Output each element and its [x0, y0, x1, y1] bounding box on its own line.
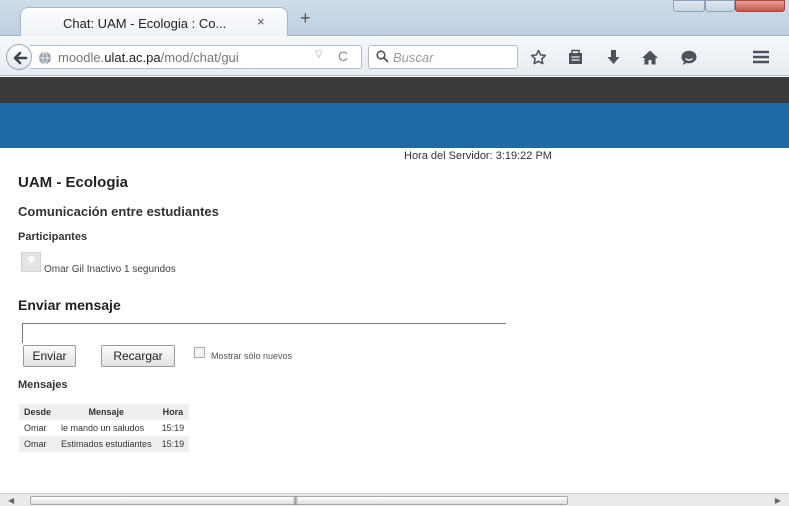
browser-window: Chat: UAM - Ecologia : Co... × + moodle.…: [0, 0, 789, 506]
window-controls: [669, 0, 789, 14]
dropdown-icon[interactable]: ▽: [315, 49, 323, 60]
url-prefix: moodle.: [58, 50, 105, 65]
back-arrow-icon: [13, 51, 28, 65]
column-header-time: Hora: [156, 404, 190, 420]
reload-icon[interactable]: C: [338, 48, 348, 64]
server-time: Hora del Servidor: 3:19:22 PM: [404, 150, 552, 162]
star-icon[interactable]: [530, 49, 547, 66]
participant-status: Omar Gil Inactivo 1 segundos: [44, 264, 176, 275]
minimize-button[interactable]: [673, 0, 705, 12]
scroll-right-icon[interactable]: ▶: [775, 496, 781, 505]
message-time: 15:19: [156, 420, 190, 436]
messages-table: Desde Mensaje Hora Omar le mando un salu…: [19, 404, 190, 452]
message-from: Omar: [19, 420, 57, 436]
table-header-row: Desde Mensaje Hora: [19, 404, 190, 420]
column-header-message: Mensaje: [56, 404, 157, 420]
scroll-left-icon[interactable]: ◀: [8, 496, 14, 505]
back-button[interactable]: [6, 44, 32, 70]
url-bar[interactable]: moodle.ulat.ac.pa/mod/chat/gui ▽ C: [30, 45, 362, 69]
navigation-toolbar: moodle.ulat.ac.pa/mod/chat/gui ▽ C Busca…: [0, 36, 789, 76]
course-title: UAM - Ecologia: [18, 174, 129, 191]
message-from: Omar: [19, 436, 57, 452]
only-new-label: Mostrar sólo nuevos: [211, 351, 293, 361]
site-top-bar: [0, 77, 789, 103]
column-header-from: Desde: [19, 404, 57, 420]
hello-chat-icon[interactable]: [680, 49, 698, 66]
url-path: /mod/chat/gui: [160, 50, 239, 65]
tab-active[interactable]: Chat: UAM - Ecologia : Co... ×: [20, 7, 288, 37]
close-window-button[interactable]: [735, 0, 785, 12]
grip-icon: |||: [293, 495, 298, 505]
message-text: le mando un saludos: [56, 420, 157, 436]
reload-button[interactable]: Recargar: [101, 345, 175, 367]
horizontal-scrollbar[interactable]: ◀ ||| ▶: [0, 493, 789, 506]
maximize-button[interactable]: [705, 0, 735, 12]
search-placeholder: Buscar: [393, 50, 434, 65]
table-row: Omar le mando un saludos 15:19: [19, 420, 190, 436]
tab-close-icon[interactable]: ×: [257, 14, 265, 29]
globe-icon: [39, 51, 51, 65]
tab-title: Chat: UAM - Ecologia : Co...: [63, 16, 227, 31]
message-input[interactable]: [22, 323, 506, 343]
menu-icon[interactable]: [752, 49, 770, 65]
table-row: Omar Estimados estudiantes 15:19: [19, 436, 190, 452]
search-icon: [376, 50, 389, 63]
message-time: 15:19: [156, 436, 190, 452]
send-button[interactable]: Enviar: [23, 345, 76, 367]
home-icon[interactable]: [641, 49, 659, 66]
only-new-checkbox[interactable]: [194, 347, 205, 358]
participants-heading: Participantes: [18, 231, 88, 243]
site-header-banner: [0, 103, 789, 148]
url-domain: ulat.ac.pa: [104, 50, 161, 65]
download-icon[interactable]: [605, 49, 622, 66]
scrollbar-thumb[interactable]: |||: [30, 495, 568, 505]
reading-list-icon[interactable]: [567, 49, 584, 66]
chat-name: Comunicación entre estudiantes: [18, 204, 219, 219]
avatar: [21, 252, 41, 272]
url-text: moodle.ulat.ac.pa/mod/chat/gui: [58, 50, 239, 65]
tab-strip: Chat: UAM - Ecologia : Co... × +: [0, 0, 789, 37]
message-text: Estimados estudiantes: [56, 436, 157, 452]
new-tab-button[interactable]: +: [300, 9, 311, 27]
send-message-heading: Enviar mensaje: [18, 297, 121, 313]
messages-heading: Mensajes: [18, 379, 68, 391]
search-box[interactable]: Buscar: [368, 45, 518, 69]
